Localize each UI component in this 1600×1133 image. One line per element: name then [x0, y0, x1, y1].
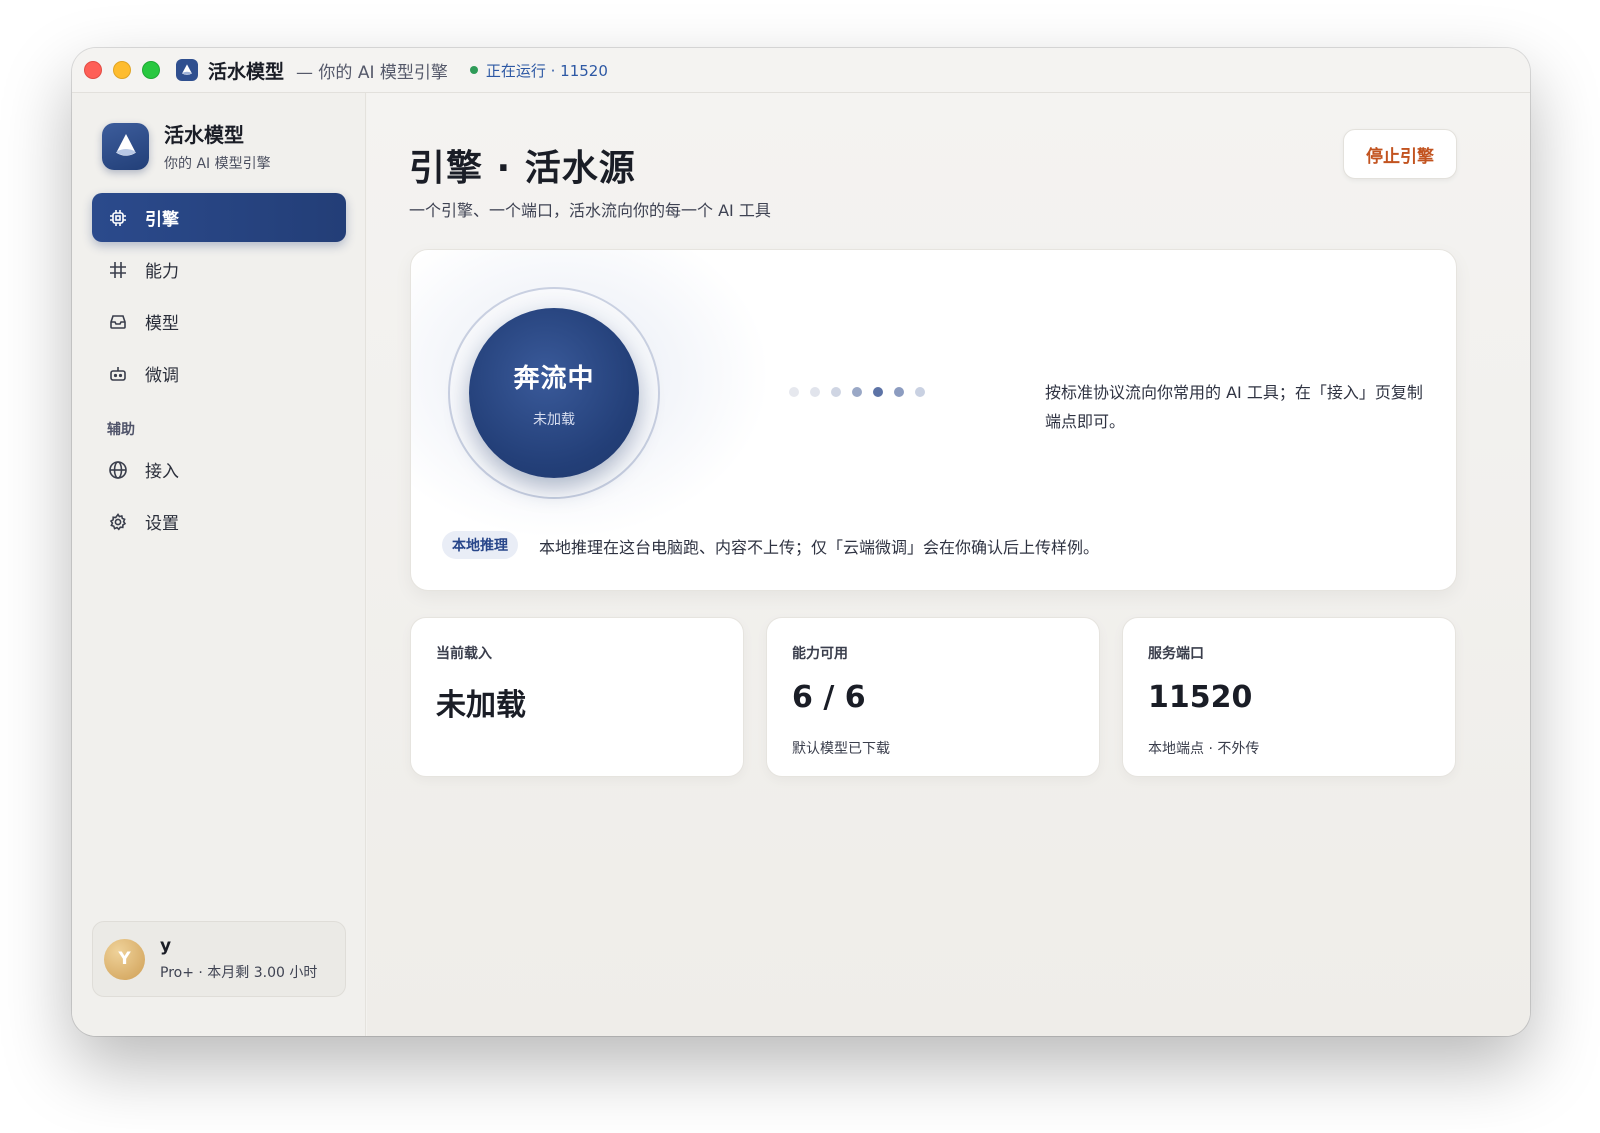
stat-card-port: 服务端口 11520 本地端点 · 不外传 [1122, 617, 1456, 777]
user-plan: Pro+ · 本月剩 3.00 小时 [160, 965, 318, 981]
window-subtitle: — 你的 AI 模型引擎 [296, 62, 448, 83]
stat-card-capabilities: 能力可用 6 / 6 默认模型已下载 [766, 617, 1100, 777]
sidebar-item-label: 引擎 [145, 210, 179, 230]
main-content: 引擎 · 活水源 一个引擎、一个端口，活水流向你的每一个 AI 工具 停止引擎 … [367, 93, 1530, 1036]
local-inference-badge: 本地推理 [442, 531, 518, 559]
minimize-window-button[interactable] [113, 61, 131, 79]
stat-label: 能力可用 [792, 646, 848, 662]
app-logo-icon [176, 59, 198, 81]
avatar: Y [104, 938, 145, 980]
sidebar-item-settings[interactable]: 设置 [92, 497, 346, 546]
app-window: 活水模型 — 你的 AI 模型引擎 正在运行 · 11520 活水模型 你的 A… [72, 48, 1530, 1036]
hash-icon [107, 259, 129, 281]
flow-dot [894, 387, 904, 397]
page-subtitle: 一个引擎、一个端口，活水流向你的每一个 AI 工具 [409, 201, 771, 220]
title-bar: 活水模型 — 你的 AI 模型引擎 正在运行 · 11520 [72, 48, 1530, 93]
stat-note: 默认模型已下载 [792, 741, 890, 757]
sidebar-item-label: 接入 [145, 462, 179, 482]
robot-icon [107, 363, 129, 385]
flow-dot [810, 387, 820, 397]
flow-dot [789, 387, 799, 397]
zoom-window-button[interactable] [142, 61, 160, 79]
stat-value: 未加载 [436, 688, 526, 723]
sidebar-item-engine[interactable]: 引擎 [92, 193, 346, 242]
user-name: y [160, 936, 172, 956]
sidebar-item-label: 设置 [145, 514, 179, 534]
sidebar-item-finetune[interactable]: 微调 [92, 349, 346, 398]
status-dot-icon [469, 66, 478, 74]
flow-dot [831, 387, 841, 397]
engine-status: 正在运行 · 11520 [485, 61, 608, 80]
engine-core: 奔流中 未加载 [469, 308, 639, 478]
flow-dot [873, 387, 883, 397]
sidebar-item-connect[interactable]: 接入 [92, 445, 346, 494]
sidebar-item-label: 能力 [145, 262, 179, 282]
sidebar-item-capabilities[interactable]: 能力 [92, 245, 346, 294]
flow-dots [789, 387, 925, 397]
brand: 活水模型 你的 AI 模型引擎 [102, 119, 271, 173]
flow-dot [915, 387, 925, 397]
stop-engine-button[interactable]: 停止引擎 [1343, 129, 1457, 179]
page-title: 引擎 · 活水源 [409, 148, 636, 189]
brand-subtitle: 你的 AI 模型引擎 [164, 156, 271, 172]
brand-logo-icon [102, 122, 149, 170]
sidebar-item-models[interactable]: 模型 [92, 297, 346, 346]
sidebar: 活水模型 你的 AI 模型引擎 引擎 能力 模型 微调 辅助 接入 设置 Y y… [72, 93, 366, 1036]
hero-description: 按标准协议流向你常用的 AI 工具；在「接入」页复制端点即可。 [1045, 383, 1423, 431]
stat-value: 11520 [1148, 680, 1253, 715]
inbox-icon [107, 311, 129, 333]
stat-note: 本地端点 · 不外传 [1148, 741, 1260, 757]
window-title: 活水模型 [208, 60, 285, 83]
sidebar-item-label: 模型 [145, 314, 179, 334]
sidebar-section-label: 辅助 [107, 422, 135, 438]
window-controls [84, 61, 160, 79]
close-window-button[interactable] [84, 61, 102, 79]
stat-label: 当前载入 [436, 646, 492, 662]
brand-name: 活水模型 [164, 123, 244, 147]
privacy-note: 本地推理在这台电脑跑、内容不上传；仅「云端微调」会在你确认后上传样例。 [539, 538, 1100, 557]
chip-icon [107, 207, 129, 229]
globe-icon [107, 459, 129, 481]
stat-card-current-load: 当前载入 未加载 [410, 617, 744, 777]
engine-model-state: 未加载 [533, 411, 575, 428]
engine-state: 奔流中 [513, 363, 595, 394]
gear-icon [107, 511, 129, 533]
engine-hero-card: 奔流中 未加载 按标准协议流向你常用的 AI 工具；在「接入」页复制端点即可。 … [410, 249, 1457, 591]
stat-label: 服务端口 [1148, 646, 1204, 662]
sidebar-nav: 引擎 能力 模型 微调 辅助 接入 设置 [92, 193, 346, 549]
flow-dot [852, 387, 862, 397]
user-card[interactable]: Y y Pro+ · 本月剩 3.00 小时 [92, 921, 346, 997]
stat-value: 6 / 6 [792, 680, 866, 715]
sidebar-item-label: 微调 [145, 366, 179, 386]
